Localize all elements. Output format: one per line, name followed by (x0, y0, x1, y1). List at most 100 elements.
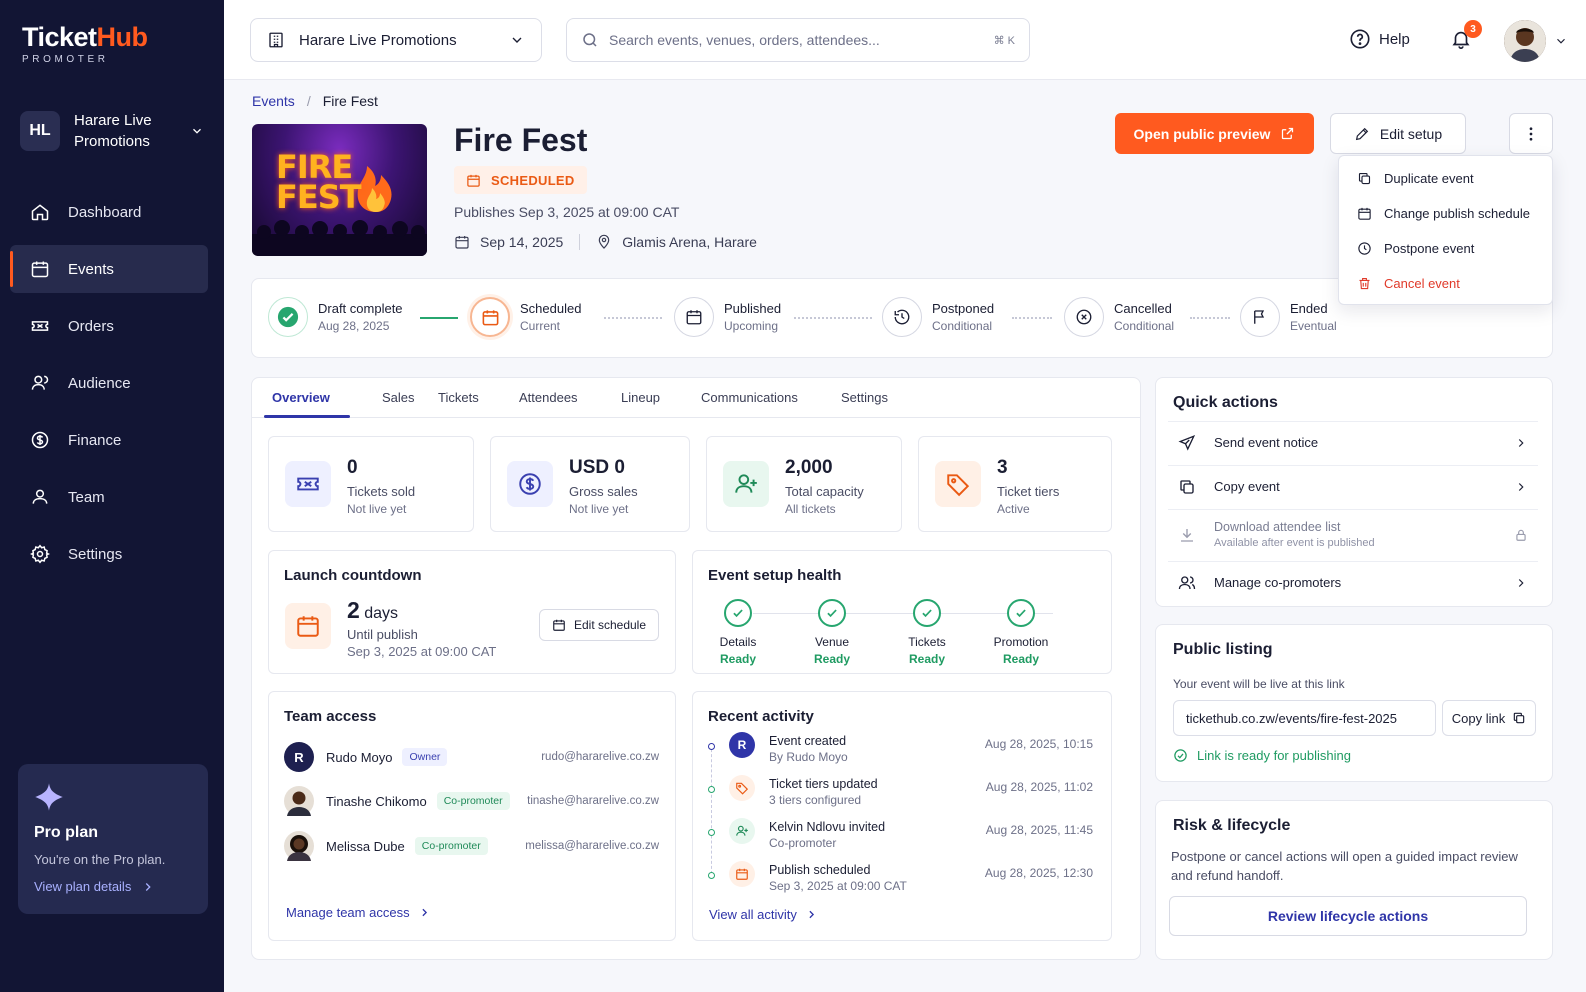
menu-item-postpone-event[interactable]: Postpone event (1339, 231, 1552, 266)
quick-action-label: Send event notice (1214, 435, 1319, 450)
calendar-icon (482, 309, 498, 325)
card-title: Quick actions (1173, 394, 1278, 411)
quick-actions-card: Quick actions Send event notice Copy eve… (1155, 377, 1553, 607)
lock-icon (1516, 529, 1526, 541)
open-public-preview-button[interactable]: Open public preview (1115, 113, 1314, 154)
help-button[interactable]: Help (1349, 28, 1410, 50)
sidebar-item-dashboard[interactable]: Dashboard (10, 188, 208, 236)
active-tab-indicator (264, 415, 350, 418)
status-label: SCHEDULED (491, 172, 575, 188)
menu-item-duplicate-event[interactable]: Duplicate event (1339, 161, 1552, 196)
menu-item-label: Postpone event (1384, 241, 1475, 256)
view-plan-link[interactable]: View plan details (34, 879, 192, 894)
sidebar-item-label: Events (68, 260, 114, 278)
sidebar-item-team[interactable]: Team (10, 473, 208, 521)
calendar-icon (467, 174, 480, 187)
flag-icon (1254, 310, 1265, 324)
sidebar-item-events[interactable]: Events (10, 245, 208, 293)
risk-description: Postpone or cancel actions will open a g… (1171, 849, 1518, 883)
tab-lineup[interactable]: Lineup (621, 390, 660, 405)
sidebar-item-label: Settings (68, 545, 123, 563)
tab-tickets[interactable]: Tickets (438, 390, 479, 405)
member-email: tinashe@hararelive.co.zw (527, 795, 659, 807)
logo[interactable]: TicketHub PROMOTER (22, 22, 148, 65)
risk-lifecycle-card: Risk & lifecycle Postpone or cancel acti… (1155, 800, 1553, 960)
quick-action-send-event-notice[interactable]: Send event notice (1168, 421, 1538, 463)
plan-title: Pro plan (34, 824, 99, 841)
health-item-promotion: Promotion Ready (976, 599, 1066, 666)
search-shortcut: ⌘ K (993, 34, 1015, 47)
org-name: Harare Live Promotions (74, 112, 152, 150)
menu-item-change-publish-schedule[interactable]: Change publish schedule (1339, 196, 1552, 231)
edit-setup-label: Edit setup (1379, 125, 1443, 142)
tab-overview[interactable]: Overview (272, 390, 330, 405)
activity-title: Event created (769, 734, 847, 748)
member-name: Tinashe Chikomo (326, 793, 427, 809)
activity-time: Aug 28, 2025, 11:02 (985, 780, 1093, 794)
link-ready-label: Link is ready for publishing (1197, 748, 1351, 763)
lifecycle-stage-scheduled: Scheduled Current (470, 297, 581, 337)
card-title: Recent activity (708, 708, 814, 725)
stat-value: USD 0 (569, 457, 625, 478)
user-icon (31, 375, 49, 390)
open-public-preview-label: Open public preview (1133, 125, 1271, 142)
tab-communications[interactable]: Communications (701, 390, 798, 405)
notifications-button[interactable]: 3 (1450, 20, 1482, 50)
more-actions-button[interactable] (1509, 113, 1553, 154)
organization-select[interactable]: Harare Live Promotions (250, 18, 542, 62)
health-status: Ready (1002, 652, 1040, 666)
breadcrumb-events[interactable]: Events (252, 93, 295, 109)
tab-settings[interactable]: Settings (841, 390, 888, 405)
menu-item-label: Cancel event (1384, 276, 1460, 291)
card-title: Team access (284, 708, 377, 725)
quick-action-copy-event[interactable]: Copy event (1168, 465, 1538, 507)
more-actions-menu: Duplicate event Change publish schedule … (1338, 155, 1553, 305)
sidebar-item-orders[interactable]: Orders (10, 302, 208, 350)
public-url-field[interactable] (1173, 700, 1436, 736)
stage-name: Scheduled (520, 301, 582, 316)
user-plus-icon (736, 825, 748, 836)
manage-team-access-link[interactable]: Manage team access (286, 905, 431, 920)
chevron-down-icon (512, 37, 522, 43)
event-poster: FIRE FEST (252, 124, 427, 256)
team-member-row: Melissa Dube Co-promoter melissa@hararel… (284, 831, 659, 861)
tab-sales[interactable]: Sales (382, 390, 415, 405)
lifecycle-stage-published: Published Upcoming (674, 297, 781, 337)
overview-panel: Overview Sales Tickets Attendees Lineup … (251, 377, 1141, 960)
sidebar: TicketHub PROMOTER HL Harare Live Promot… (0, 0, 224, 992)
sidebar-item-audience[interactable]: Audience (10, 359, 208, 407)
sidebar-item-finance[interactable]: Finance (10, 416, 208, 464)
copy-link-button[interactable]: Copy link (1442, 700, 1536, 736)
health-status: Ready (908, 652, 946, 666)
stage-sub: Aug 28, 2025 (318, 319, 390, 333)
menu-item-cancel-event[interactable]: Cancel event (1339, 266, 1552, 301)
stage-sub: Eventual (1290, 319, 1337, 333)
tab-attendees[interactable]: Attendees (519, 390, 578, 405)
stage-name: Postponed (932, 301, 995, 316)
user-menu[interactable] (1504, 20, 1568, 62)
health-name: Promotion (993, 635, 1049, 649)
stage-sub: Upcoming (724, 319, 779, 333)
avatar: R (284, 742, 314, 772)
quick-action-manage-co-promoters[interactable]: Manage co-promoters (1168, 561, 1538, 603)
edit-schedule-button[interactable]: Edit schedule (539, 609, 659, 641)
org-switcher[interactable]: HL Harare Live Promotions (20, 108, 212, 154)
lifecycle-stage-postponed: Postponed Conditional (882, 297, 994, 337)
view-all-activity-label: View all activity (709, 907, 797, 922)
location-pin-icon (599, 234, 610, 249)
edit-setup-button[interactable]: Edit setup (1330, 113, 1466, 154)
copy-link-label: Copy link (1451, 710, 1506, 726)
review-lifecycle-actions-button[interactable]: Review lifecycle actions (1169, 896, 1527, 936)
view-all-activity-link[interactable]: View all activity (709, 907, 818, 922)
dollar-icon (519, 473, 541, 495)
breadcrumb: Events / Fire Fest (252, 93, 378, 109)
menu-item-label: Change publish schedule (1384, 206, 1530, 221)
building-icon (269, 32, 283, 48)
search-input[interactable] (609, 32, 994, 48)
stage-sub: Current (520, 319, 561, 333)
tag-icon (736, 782, 749, 795)
team-member-row: R Rudo Moyo Owner rudo@hararelive.co.zw (284, 742, 659, 772)
quick-action-label: Copy event (1214, 479, 1280, 494)
member-name: Melissa Dube (326, 838, 405, 854)
sidebar-item-settings[interactable]: Settings (10, 530, 208, 578)
